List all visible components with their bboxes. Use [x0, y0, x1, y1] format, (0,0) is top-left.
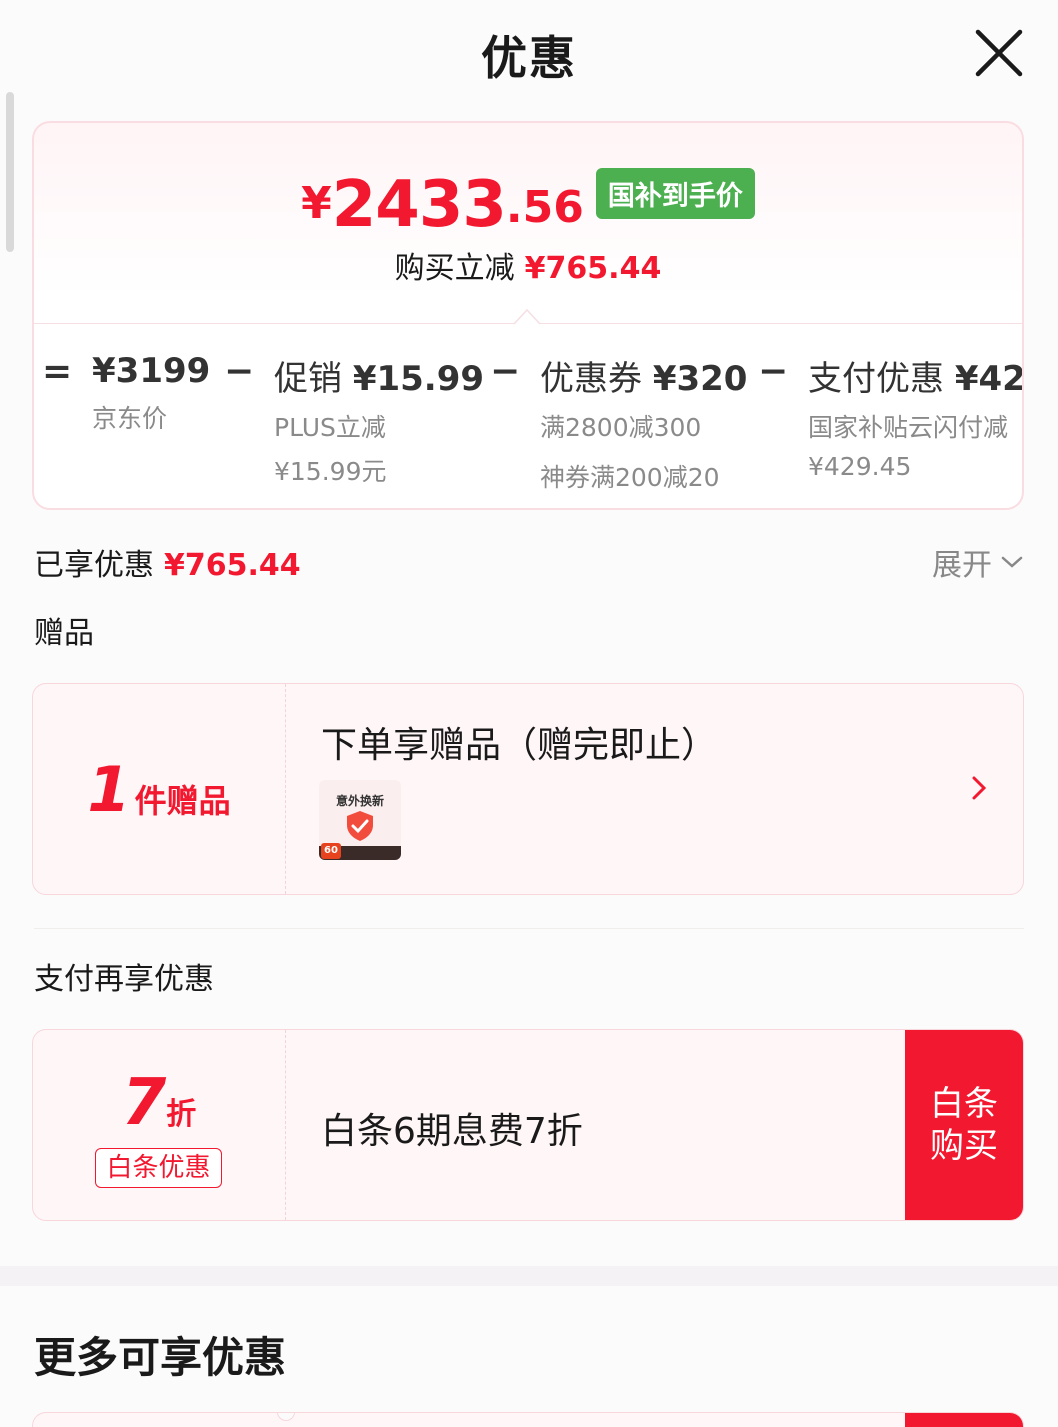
list-price-label: 京东价	[92, 404, 168, 433]
breakdown-item-coupon: 优惠券 ¥320 满2800减300 神券满200减20	[540, 351, 747, 494]
shield-icon	[347, 811, 373, 841]
reduce-row: 购买立减 ¥765.44	[34, 243, 1022, 287]
enjoyed-discount-row: 已享优惠 ¥765.44 展开	[34, 540, 1024, 584]
header: 优惠	[0, 0, 1058, 110]
page-title: 优惠	[481, 31, 577, 85]
final-price: ¥ 2433 .56 国补到手价	[34, 167, 1022, 237]
promotion-detail-2: ¥15.99元	[274, 457, 387, 486]
payment-label: 支付优惠	[808, 359, 944, 399]
more-offer-card[interactable]	[32, 1412, 1024, 1427]
minus-sign: −	[490, 351, 521, 392]
promotion-value: ¥15.99	[352, 359, 485, 399]
baitiao-buy-button[interactable]: 白条 购买	[905, 1030, 1023, 1220]
more-section-title: 更多可享优惠	[34, 1333, 287, 1382]
price-integer: 2433	[331, 168, 507, 242]
payment-detail-1: 国家补贴云闪付减	[808, 413, 1009, 442]
minus-sign: −	[224, 351, 255, 392]
gift-card-title: 下单享赠品（赠完即止）	[321, 725, 718, 766]
gift-section-title: 赠品	[34, 616, 94, 651]
enjoyed-label: 已享优惠	[34, 548, 154, 583]
payment-detail-2: ¥429.45	[808, 452, 912, 481]
card-notch	[277, 1413, 295, 1421]
chevron-right-icon	[972, 776, 987, 800]
close-icon	[975, 29, 1023, 77]
gift-thumb-badge: 60	[321, 843, 341, 859]
equals-sign: =	[42, 351, 73, 392]
list-price-value: ¥3199	[92, 351, 211, 391]
gift-card[interactable]: 1 件赠品 下单享赠品（赠完即止） 意外换新 60	[32, 683, 1024, 895]
breakdown-item-list-price: ¥3199 京东价	[92, 351, 210, 435]
breakdown-item-promotion: 促销 ¥15.99 PLUS立减 ¥15.99元	[274, 351, 484, 488]
baitiao-tag: 白条优惠	[95, 1148, 222, 1188]
chevron-down-icon	[1001, 556, 1023, 568]
baitiao-discount-card[interactable]: 7折 白条优惠 白条6期息费7折 白条 购买	[32, 1029, 1024, 1221]
coupon-detail-1: 满2800减300	[540, 413, 702, 442]
gift-thumbnail[interactable]: 意外换新 60	[319, 780, 401, 860]
buy-button-line-1: 白条	[930, 1084, 998, 1124]
enjoyed-amount: ¥765.44	[164, 548, 301, 583]
scrollbar[interactable]	[6, 92, 14, 252]
breakdown-item-payment: 支付优惠 ¥429 国家补贴云闪付减 ¥429.45	[808, 351, 1024, 481]
gift-unit: 件赠品	[134, 782, 231, 820]
minus-sign: −	[758, 351, 789, 392]
price-currency: ¥	[301, 178, 332, 229]
expand-label: 展开	[932, 548, 992, 583]
close-button[interactable]	[972, 26, 1026, 80]
coupon-label: 优惠券	[540, 359, 642, 399]
promotion-label: 促销	[274, 359, 342, 399]
coupon-value: ¥320	[652, 359, 748, 399]
reduce-amount: ¥765.44	[524, 251, 662, 286]
promotion-detail-1: PLUS立减	[274, 413, 386, 442]
price-summary-card: ¥ 2433 .56 国补到手价 购买立减 ¥765.44 = ¥3199 京东价…	[32, 121, 1024, 510]
gift-count: 1	[87, 752, 131, 826]
discount-unit: 折	[166, 1097, 197, 1132]
discount-number: 7	[121, 1066, 167, 1140]
pay-section-title: 支付再享优惠	[34, 962, 214, 997]
price-breakdown: = ¥3199 京东价 − 促销 ¥15.99 PLUS立减 ¥15.99元 −…	[34, 351, 1024, 501]
section-separator	[0, 1266, 1058, 1286]
gift-thumb-text: 意外换新	[335, 794, 384, 808]
pay-card-title: 白条6期息费7折	[321, 1111, 583, 1152]
discount-block: 7折 白条优惠	[33, 1030, 286, 1220]
caret-up-icon	[514, 308, 540, 325]
buy-button-line-2: 购买	[930, 1126, 998, 1166]
price-decimal: .56	[505, 182, 584, 233]
reduce-label: 购买立减	[394, 251, 515, 286]
subsidy-price-tag: 国补到手价	[595, 168, 755, 219]
discount-value: 7折	[33, 1066, 285, 1140]
section-divider	[34, 928, 1024, 929]
expand-button[interactable]: 展开	[932, 540, 1024, 584]
more-offer-button[interactable]	[905, 1413, 1023, 1427]
gift-count-block: 1 件赠品	[33, 684, 286, 894]
payment-value: ¥429	[954, 359, 1024, 399]
coupon-detail-2: 神券满200减20	[540, 463, 720, 492]
